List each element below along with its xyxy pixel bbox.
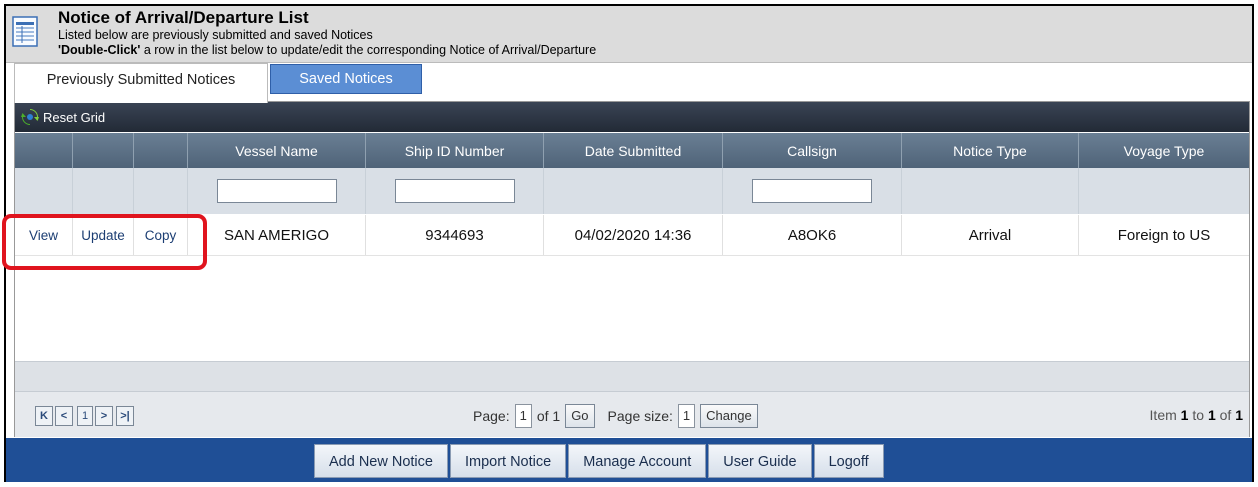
cell-notice-type: Arrival [902, 215, 1079, 255]
import-notice-button[interactable]: Import Notice [449, 444, 567, 478]
column-header-ship-id[interactable]: Ship ID Number [366, 133, 544, 168]
tab-saved-notices[interactable]: Saved Notices [270, 64, 422, 94]
column-header-blank-2 [73, 133, 134, 168]
cell-vessel-name: SAN AMERIGO [188, 215, 366, 255]
cell-date-submitted: 04/02/2020 14:36 [544, 215, 723, 255]
logoff-button[interactable]: Logoff [813, 444, 884, 478]
column-header-callsign[interactable]: Callsign [723, 133, 902, 168]
filter-cell [544, 168, 723, 214]
filter-cell [134, 168, 188, 214]
reset-grid-label: Reset Grid [43, 109, 106, 125]
column-header-voyage-type[interactable]: Voyage Type [1079, 133, 1249, 168]
grid-toolbar: Reset Grid [15, 102, 1249, 132]
page-number-button[interactable]: 1 [77, 406, 93, 426]
cell-callsign: A8OK6 [723, 215, 902, 255]
manage-account-button[interactable]: Manage Account [568, 444, 707, 478]
change-button[interactable]: Change [700, 404, 758, 428]
tab-bar: Previously Submitted Notices Saved Notic… [6, 62, 1252, 103]
callsign-filter-input[interactable] [752, 179, 872, 203]
filter-row [15, 168, 1249, 214]
column-header-blank-1 [15, 133, 73, 168]
grid-footer-strip [15, 361, 1249, 392]
vessel-name-filter-input[interactable] [216, 179, 337, 203]
filter-cell [366, 168, 544, 214]
pager: K < 1 > >| Page: 1 of 1 Go Page size: 1 … [15, 391, 1249, 437]
filter-cell [188, 168, 366, 214]
grid-empty-area [15, 256, 1249, 361]
ship-id-filter-input[interactable] [394, 179, 515, 203]
list-document-icon [12, 16, 38, 47]
page-size-input[interactable]: 1 [677, 404, 696, 428]
footer-bar: Add New Notice Import Notice Manage Acco… [6, 438, 1252, 482]
filter-cell [73, 168, 134, 214]
footer-buttons: Add New Notice Import Notice Manage Acco… [314, 444, 884, 478]
filter-cell [1079, 168, 1249, 214]
next-page-button[interactable]: > [95, 406, 113, 426]
page-count-label: of 1 [536, 408, 561, 424]
previous-page-button[interactable]: < [55, 406, 73, 426]
header-description: Listed below are previously submitted an… [58, 28, 373, 42]
cell-voyage-type: Foreign to US [1117, 226, 1211, 244]
filter-cell [723, 168, 902, 214]
highlight-annotation-box [2, 214, 207, 270]
item-count: Item 1 to 1 of 1 [1149, 407, 1243, 423]
cell-ship-id: 9344693 [366, 215, 544, 255]
add-new-notice-button[interactable]: Add New Notice [314, 444, 448, 478]
column-header-vessel-name[interactable]: Vessel Name [188, 133, 366, 168]
go-button[interactable]: Go [565, 404, 595, 428]
first-page-button[interactable]: K [35, 406, 53, 426]
reset-grid-button[interactable]: Reset Grid [21, 108, 105, 126]
filter-cell [902, 168, 1079, 214]
last-page-button[interactable]: >| [116, 406, 134, 426]
filter-cell [15, 168, 73, 214]
page-title: Notice of Arrival/Departure List [58, 8, 309, 27]
tab-previously-submitted[interactable]: Previously Submitted Notices [14, 63, 268, 103]
column-header-date-submitted[interactable]: Date Submitted [544, 133, 723, 168]
user-guide-button[interactable]: User Guide [708, 444, 812, 478]
column-header-notice-type[interactable]: Notice Type [902, 133, 1079, 168]
column-header-blank-3 [134, 133, 188, 168]
column-header-row: Vessel Name Ship ID Number Date Submitte… [15, 133, 1249, 168]
header-instruction: 'Double-Click' a row in the list below t… [58, 43, 597, 57]
page-controls: Page: 1 of 1 Go Page size: 1 Change [473, 404, 758, 428]
page-number-input[interactable]: 1 [514, 404, 532, 428]
page-label: Page: [473, 408, 510, 424]
page-header: Notice of Arrival/Departure List Listed … [6, 6, 1252, 62]
page-size-label: Page size: [607, 408, 673, 424]
refresh-icon [21, 109, 39, 125]
